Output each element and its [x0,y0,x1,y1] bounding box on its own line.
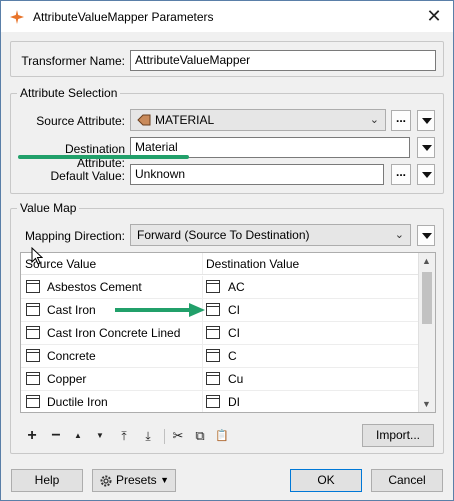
value-map-title: Value Map [17,201,80,215]
destination-value-cell[interactable]: Cu [228,368,243,391]
table-scrollbar[interactable]: ▲ ▼ [418,253,435,412]
mouse-cursor-icon [31,247,43,265]
destination-value-cell[interactable]: C [228,345,237,368]
source-attribute-value: MATERIAL [155,113,215,127]
source-value-cell[interactable]: Copper [47,368,86,391]
source-value-cell[interactable]: Cast Iron Concrete Lined [47,322,180,345]
cell-edit-icon [26,349,40,362]
source-value-cell[interactable]: Concrete [47,345,96,368]
cell-edit-icon [26,280,40,293]
remove-row-icon[interactable]: − [47,427,65,445]
move-to-bottom-icon[interactable]: ⤓ [139,427,157,445]
chevron-down-icon: ⌄ [394,229,404,241]
cancel-button[interactable]: Cancel [371,469,443,492]
cell-edit-icon [26,326,40,339]
destination-value-cell[interactable]: CI [228,322,240,345]
mapping-direction-value: Forward (Source To Destination) [137,228,310,242]
transformer-name-input[interactable]: AttributeValueMapper [130,50,436,71]
transformer-name-label: Transformer Name: [21,54,125,68]
cell-edit-icon [206,395,220,408]
table-row[interactable]: Cast Iron CI [21,299,419,322]
scroll-thumb[interactable] [422,272,432,324]
scroll-up-icon[interactable]: ▲ [422,256,431,266]
ok-button[interactable]: OK [290,469,362,492]
source-menu-button[interactable] [417,110,435,131]
cell-edit-icon [206,303,220,316]
dialog-window: AttributeValueMapper Parameters ✕ Transf… [0,0,454,501]
add-row-icon[interactable]: + [23,427,41,445]
import-button[interactable]: Import... [362,424,434,447]
move-up-icon[interactable]: ▲ [69,427,87,445]
caret-down-icon: ▼ [160,475,169,485]
table-row[interactable]: Asbestos Cement AC [21,276,419,299]
cell-edit-icon [206,349,220,362]
table-header: Source Value Destination Value [21,253,419,275]
table-row[interactable]: Copper Cu [21,368,419,391]
paste-icon[interactable]: 📋 [213,427,231,445]
default-menu-button[interactable] [417,164,435,185]
chevron-down-icon: ⌄ [369,114,379,126]
destination-value-cell[interactable]: CI [228,299,240,322]
attribute-tag-icon [137,114,151,126]
default-value-label: Default Value: [50,169,126,183]
annotation-arrow-icon [115,303,205,317]
highlight-underline [18,155,189,159]
mapping-direction-select[interactable]: Forward (Source To Destination) ⌄ [130,224,411,246]
destination-value-cell[interactable]: AC [228,276,245,299]
fme-app-icon [10,10,24,24]
source-value-cell[interactable]: Asbestos Cement [47,276,142,299]
gear-icon [100,475,112,487]
default-ellipsis-button[interactable]: ... [391,164,411,185]
cell-edit-icon [26,303,40,316]
mapping-direction-menu-button[interactable] [417,225,435,246]
table-row[interactable]: Concrete C [21,345,419,368]
presets-button[interactable]: Presets ▼ [92,469,176,492]
source-attribute-select[interactable]: MATERIAL ⌄ [130,109,386,131]
value-map-table: Source Value Destination Value Asbestos … [20,252,436,413]
source-value-cell[interactable]: Ductile Iron [47,391,108,412]
mapping-direction-label: Mapping Direction: [24,229,125,243]
scroll-down-icon[interactable]: ▼ [422,399,431,409]
destination-menu-button[interactable] [417,137,435,158]
window-title: AttributeValueMapper Parameters [33,10,214,24]
source-attribute-label: Source Attribute: [36,114,125,128]
column-header-destination[interactable]: Destination Value [206,257,299,271]
cell-edit-icon [26,395,40,408]
presets-label: Presets [116,473,157,487]
cut-icon[interactable]: ✂ [169,427,187,445]
title-bar: AttributeValueMapper Parameters ✕ [1,1,453,32]
copy-icon[interactable]: ⧉ [191,427,209,445]
table-row[interactable]: Ductile Iron DI [21,391,419,412]
cell-edit-icon [26,372,40,385]
cell-edit-icon [206,280,220,293]
help-button[interactable]: Help [11,469,83,492]
close-icon[interactable]: ✕ [421,5,447,27]
move-down-icon[interactable]: ▼ [91,427,109,445]
move-to-top-icon[interactable]: ⤒ [115,427,133,445]
source-value-cell[interactable]: Cast Iron [47,299,96,322]
default-value-input[interactable]: Unknown [130,164,384,185]
attribute-selection-title: Attribute Selection [17,86,121,100]
table-row[interactable]: Cast Iron Concrete Lined CI [21,322,419,345]
destination-value-cell[interactable]: DI [228,391,240,412]
source-ellipsis-button[interactable]: ... [391,110,411,131]
cell-edit-icon [206,372,220,385]
cell-edit-icon [206,326,220,339]
